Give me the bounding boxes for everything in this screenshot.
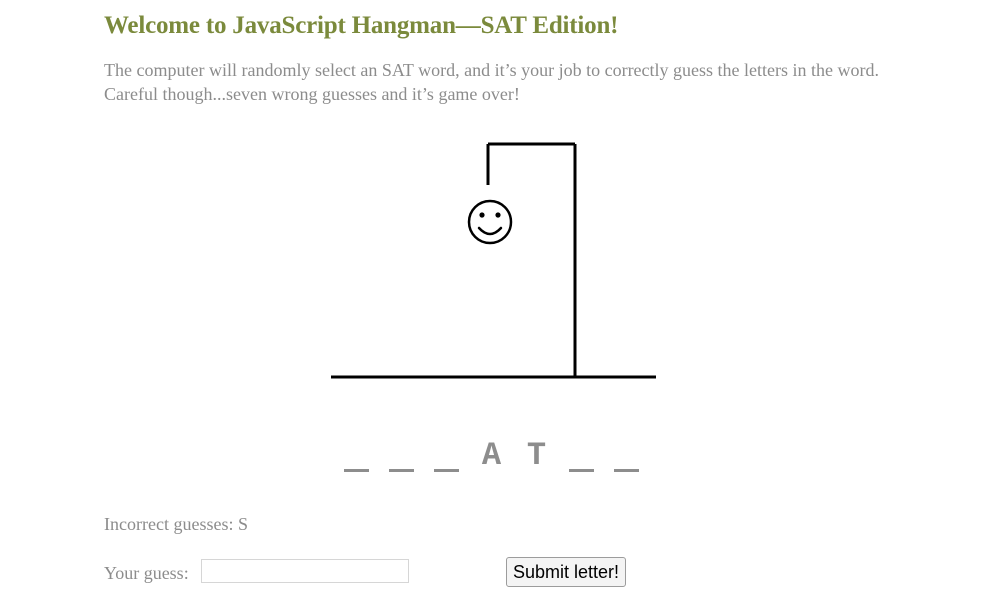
blank-letter-slot	[610, 436, 643, 476]
hangman-drawing	[331, 142, 656, 379]
smiley-face-icon	[467, 199, 513, 245]
guess-input[interactable]	[201, 559, 409, 583]
blank-letter-slot	[565, 436, 598, 476]
word-display: AT	[340, 436, 643, 480]
blank-letter-slot	[430, 436, 463, 476]
blank-letter-slot	[340, 436, 373, 476]
guess-form: Your guess: Submit letter!	[104, 557, 644, 589]
incorrect-guesses: Incorrect guesses: S	[104, 514, 248, 534]
submit-letter-button[interactable]: Submit letter!	[506, 557, 627, 587]
blank-letter-slot	[385, 436, 418, 476]
revealed-letter: T	[526, 437, 547, 474]
revealed-letter: A	[481, 437, 502, 474]
guess-label: Your guess:	[104, 563, 189, 583]
